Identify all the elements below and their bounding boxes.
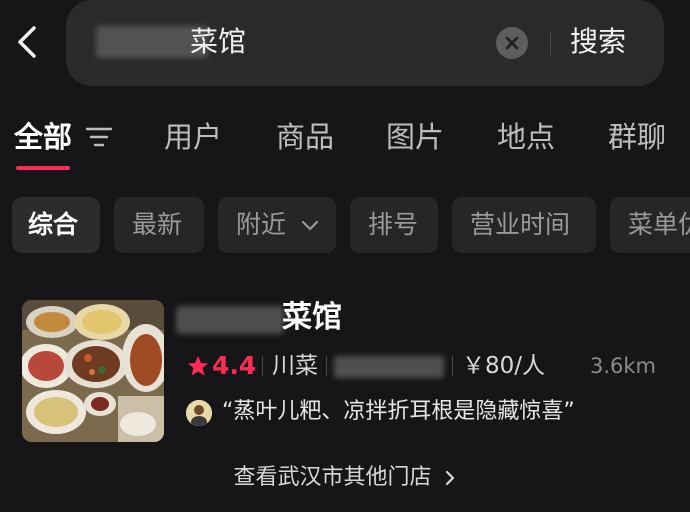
restaurant-name[interactable]: 菜馆 xyxy=(282,298,342,338)
search-results-screen: 菜馆 搜索 全部 用户 商品 图片 地点 群聊 综合 最新 附近 排号 营业时间… xyxy=(0,0,690,512)
cuisine-label: 川菜 xyxy=(272,353,318,379)
search-button[interactable]: 搜索 xyxy=(570,24,626,60)
filter-chip-menu[interactable]: 菜单优 xyxy=(610,197,690,253)
food-photo xyxy=(22,300,164,442)
view-other-stores-label: 查看武汉市其他门店 xyxy=(233,465,432,490)
filter-chip-latest[interactable]: 最新 xyxy=(114,197,204,253)
redacted-area-text xyxy=(334,356,444,378)
rating-value: 4.4 xyxy=(212,351,257,380)
filter-chip-label: 最新 xyxy=(132,210,183,239)
tab-all[interactable]: 全部 xyxy=(14,118,72,156)
filter-lines-icon xyxy=(85,127,113,147)
reviewer-avatar xyxy=(186,400,212,426)
clear-search-button[interactable] xyxy=(496,27,528,59)
filter-chip-label: 附近 xyxy=(236,210,287,239)
chevron-right-icon xyxy=(445,470,454,486)
filter-chip-label: 菜单优 xyxy=(628,210,690,239)
tab-images[interactable]: 图片 xyxy=(386,118,444,156)
chevron-down-icon xyxy=(301,220,319,231)
tab-users[interactable]: 用户 xyxy=(164,118,222,156)
filter-chip-label: 营业时间 xyxy=(470,210,571,239)
filter-chip-label: 排号 xyxy=(368,210,419,239)
active-tab-indicator xyxy=(16,166,70,170)
chevron-left-icon xyxy=(18,26,36,58)
back-button[interactable] xyxy=(10,22,44,62)
search-input[interactable]: 菜馆 搜索 xyxy=(66,0,664,86)
distance-label: 3.6km xyxy=(590,354,657,378)
redacted-name-text xyxy=(176,306,284,334)
search-divider xyxy=(550,31,551,55)
view-other-stores-link[interactable]: 查看武汉市其他门店 xyxy=(0,462,690,494)
filter-chip-nearby[interactable]: 附近 xyxy=(218,197,336,253)
restaurant-thumbnail[interactable] xyxy=(22,300,164,442)
star-icon xyxy=(186,354,210,378)
tab-products[interactable]: 商品 xyxy=(276,118,334,156)
filter-chip-label: 综合 xyxy=(28,210,79,239)
price-per-person: ￥80/人 xyxy=(462,353,546,379)
meta-separator xyxy=(326,356,327,376)
meta-separator xyxy=(262,356,263,376)
meta-separator xyxy=(452,356,453,376)
tab-filter-icon[interactable] xyxy=(85,125,113,149)
review-quote: “蒸叶儿粑、凉拌折耳根是隐藏惊喜” xyxy=(222,399,575,424)
close-icon xyxy=(505,36,519,50)
tab-places[interactable]: 地点 xyxy=(497,118,555,156)
filter-chip-queue[interactable]: 排号 xyxy=(350,197,438,253)
filter-chip-business-hours[interactable]: 营业时间 xyxy=(452,197,596,253)
tab-group-chats[interactable]: 群聊 xyxy=(608,118,666,156)
search-query-text: 菜馆 xyxy=(190,25,247,58)
filter-chip-comprehensive[interactable]: 综合 xyxy=(12,197,100,253)
